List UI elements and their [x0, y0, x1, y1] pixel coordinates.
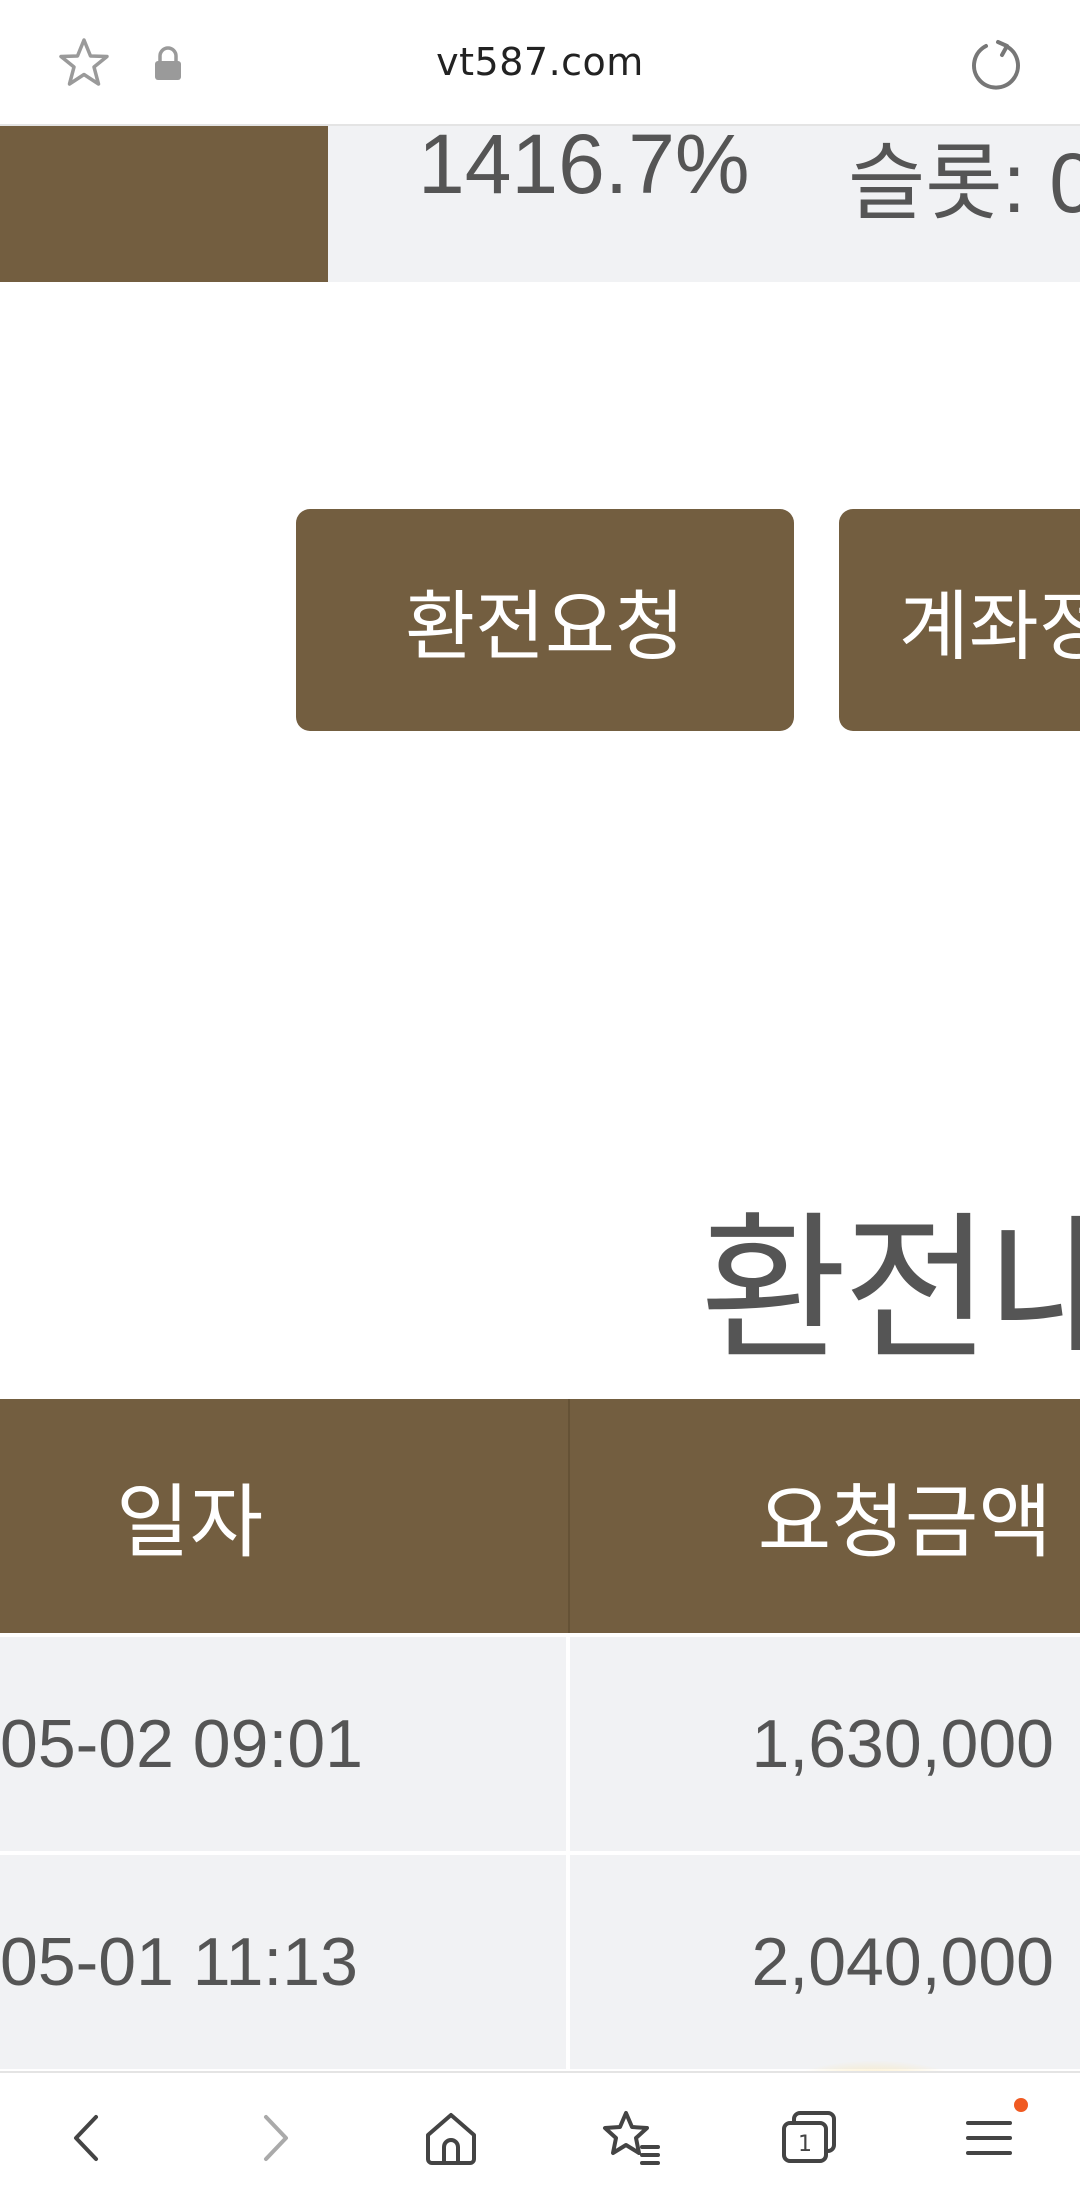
table-header: 일자 요청금액: [0, 1399, 1080, 1633]
table-row: 05-01 11:13 2,040,000: [0, 1851, 1080, 2069]
menu-icon[interactable]: [954, 2103, 1024, 2173]
row-date: 05-02 09:01: [0, 1637, 570, 1851]
home-icon[interactable]: [416, 2103, 486, 2173]
page: vt587.com 1416.7% 슬롯: 0 환전요청 계좌정 환전내 일자 …: [0, 0, 1080, 2199]
header-date: 일자: [0, 1399, 570, 1633]
header-brown-block: [0, 124, 328, 282]
account-button[interactable]: 계좌정: [839, 509, 1080, 731]
forward-icon[interactable]: [238, 2103, 308, 2173]
browser-address-bar: vt587.com: [0, 0, 1080, 126]
stats-band: 1416.7% 슬롯: 0: [328, 124, 1080, 282]
row-amount: 1,630,000: [751, 1706, 1054, 1782]
url-text[interactable]: vt587.com: [0, 40, 1080, 84]
row-amount: 2,040,000: [751, 1924, 1054, 2000]
bookmarks-icon[interactable]: [596, 2103, 666, 2173]
exchange-history-table: 일자 요청금액 05-02 09:01 1,630,000 05-01 11:1…: [0, 1399, 1080, 2069]
reload-icon[interactable]: [966, 36, 1026, 96]
rate-value: 1416.7%: [418, 124, 750, 211]
slot-label: 슬롯: 0: [848, 136, 1080, 230]
table-row: 05-02 09:01 1,630,000: [0, 1633, 1080, 1851]
tabs-icon[interactable]: 1: [774, 2103, 844, 2173]
section-title: 환전내: [700, 1196, 1080, 1383]
row-date: 05-01 11:13: [0, 1855, 570, 2069]
header-amount: 요청금액: [757, 1476, 1052, 1569]
notification-dot: [1014, 2098, 1028, 2112]
exchange-request-button[interactable]: 환전요청: [296, 509, 794, 731]
tabs-count: 1: [798, 2132, 812, 2157]
browser-bottom-nav: 1: [0, 2071, 1080, 2199]
back-icon[interactable]: [54, 2103, 124, 2173]
